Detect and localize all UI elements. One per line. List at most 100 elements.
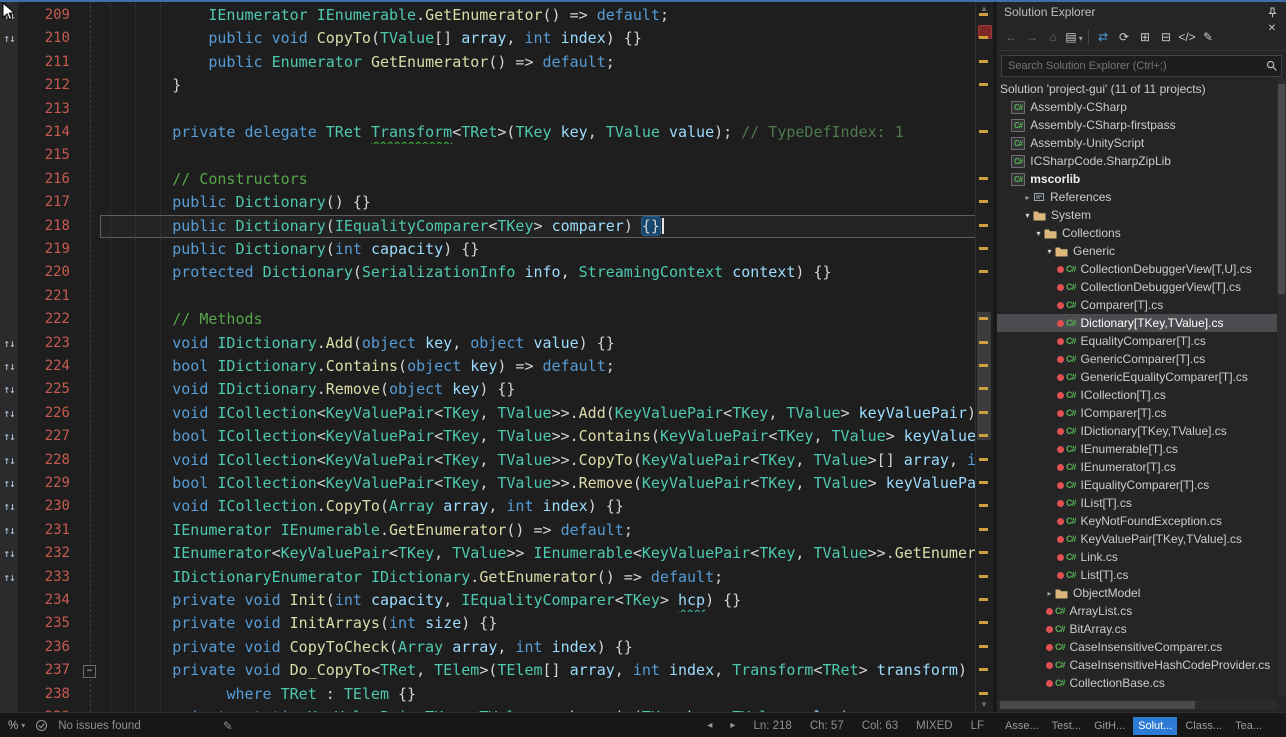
tree-item[interactable]: C#GenericComparer[T].cs [997,350,1277,368]
tool-window-tab[interactable]: Solut... [1133,717,1177,735]
code-line[interactable]: 235 private void InitArrays(int size) {} [0,612,993,636]
code-editor[interactable]: ↑↓209 IEnumerator IEnumerable.GetEnumera… [0,0,993,712]
implements-glyph-icon[interactable]: ↑↓ [0,449,18,472]
code-line[interactable]: 221 [0,285,993,309]
line-number[interactable]: 234 [18,589,70,612]
collapse-arrow-icon[interactable]: ▾ [1044,247,1055,256]
tool-window-tab[interactable]: GitH... [1089,717,1130,735]
line-number[interactable]: 227 [18,425,70,448]
line-number[interactable]: 218 [18,215,70,238]
implements-glyph-icon[interactable]: ↑↓ [0,542,18,565]
line-number[interactable]: 232 [18,542,70,565]
tree-item[interactable]: ▸ObjectModel [997,584,1277,602]
implements-glyph-icon[interactable]: ↑↓ [0,4,18,27]
refresh-icon[interactable]: ⟳ [1114,28,1134,46]
code-line[interactable]: ↑↓229 bool ICollection<KeyValuePair<TKey… [0,472,993,496]
code-line[interactable]: 213 [0,98,993,122]
line-number[interactable]: 217 [18,191,70,214]
switch-views-icon[interactable]: ▤ ▾ [1064,28,1084,46]
line-number[interactable]: 229 [18,472,70,495]
show-all-files-icon[interactable]: ⊞ [1135,28,1155,46]
line-number[interactable]: 238 [18,683,70,706]
tree-item[interactable]: C#Assembly-CSharp [997,98,1277,116]
zoom-control[interactable]: % ▾ [8,720,25,732]
tree-item[interactable]: C#List[T].cs [997,566,1277,584]
line-number[interactable]: 219 [18,238,70,261]
code-line[interactable]: 214 private delegate TRet Transform<TRet… [0,121,993,145]
solution-search-box[interactable] [1001,55,1282,77]
code-line[interactable]: ↑↓225 void IDictionary.Remove(object key… [0,378,993,402]
tree-item[interactable]: C#IList[T].cs [997,494,1277,512]
line-number[interactable]: 216 [18,168,70,191]
collapse-all-icon[interactable]: ⊟ [1156,28,1176,46]
line-number[interactable]: 223 [18,332,70,355]
implements-glyph-icon[interactable]: ↑↓ [0,566,18,589]
tree-item[interactable]: C#IEnumerator[T].cs [997,458,1277,476]
panel-scrollbar-thumb[interactable] [1278,84,1285,294]
tree-item[interactable]: ▸References [997,188,1277,206]
tree-item[interactable]: C#CollectionDebuggerView[T].cs [997,278,1277,296]
panel-title-bar[interactable]: Solution Explorer ▾✕ [997,0,1286,24]
line-number[interactable]: 236 [18,636,70,659]
line-number[interactable]: 237 [18,659,70,682]
line-number[interactable]: 209 [18,4,70,27]
panel-vertical-scrollbar[interactable] [1277,78,1286,696]
line-number[interactable]: 210 [18,27,70,50]
tool-window-tab[interactable]: Class... [1180,717,1227,735]
scrollbar-thumb[interactable] [977,312,991,440]
tree-item[interactable]: C#ICSharpCode.SharpZipLib [997,152,1277,170]
code-line[interactable]: ↑↓233 IDictionaryEnumerator IDictionary.… [0,566,993,590]
code-line[interactable]: ↑↓223 void IDictionary.Add(object key, o… [0,332,993,356]
line-number[interactable]: 221 [18,285,70,308]
tree-item[interactable]: C#CollectionDebuggerView[T,U].cs [997,260,1277,278]
code-line[interactable]: ↑↓230 void ICollection.CopyTo(Array arra… [0,495,993,519]
tree-item[interactable]: C#KeyValuePair[TKey,TValue].cs [997,530,1277,548]
search-icon[interactable] [1263,60,1281,72]
tree-item[interactable]: C#Comparer[T].cs [997,296,1277,314]
tool-window-tab[interactable]: Test... [1047,717,1086,735]
sync-with-active-document-icon[interactable]: ⇄ [1093,28,1113,46]
code-line[interactable]: 215 [0,144,993,168]
implements-glyph-icon[interactable]: ↑↓ [0,425,18,448]
line-number[interactable]: 213 [18,98,70,121]
code-line[interactable]: 218 public Dictionary(IEqualityComparer<… [0,215,993,239]
tree-item[interactable]: C#IDictionary[TKey,TValue].cs [997,422,1277,440]
code-line[interactable]: 237 private void Do_CopyTo<TRet, TElem>(… [0,659,993,683]
tree-item[interactable]: C#Dictionary[TKey,TValue].cs [997,314,1277,332]
line-number[interactable]: 220 [18,261,70,284]
collapse-arrow-icon[interactable]: ▾ [1033,229,1044,238]
nav-forward-icon[interactable]: ▸ [730,720,735,731]
tree-item[interactable]: C#BitArray.cs [997,620,1277,638]
tree-item[interactable]: C#IEqualityComparer[T].cs [997,476,1277,494]
nav-back-icon[interactable]: ◂ [707,720,712,731]
tree-item[interactable]: ▾System [997,206,1277,224]
tree-item[interactable]: ▾Collections [997,224,1277,242]
line-number[interactable]: 225 [18,378,70,401]
expand-arrow-icon[interactable]: ▸ [1044,589,1055,598]
editor-vertical-scrollbar[interactable]: ▲ ▼ [975,0,993,712]
line-number[interactable]: 235 [18,612,70,635]
status-message[interactable]: No issues found [58,720,140,732]
tree-item[interactable]: C#CollectionBase.cs [997,674,1277,692]
tree-item[interactable]: C#GenericEqualityComparer[T].cs [997,368,1277,386]
code-line[interactable]: ↑↓210 public void CopyTo(TValue[] array,… [0,27,993,51]
code-line[interactable]: ↑↓228 void ICollection<KeyValuePair<TKey… [0,449,993,473]
tree-item[interactable]: C#mscorlib [997,170,1277,188]
panel-hscrollbar-thumb[interactable] [1000,701,1195,709]
code-line[interactable]: ↑↓232 IEnumerator<KeyValuePair<TKey, TVa… [0,542,993,566]
code-line[interactable]: 219 public Dictionary(int capacity) {} [0,238,993,262]
implements-glyph-icon[interactable]: ↑↓ [0,332,18,355]
line-number[interactable]: 211 [18,51,70,74]
line-number[interactable]: 214 [18,121,70,144]
tree-item[interactable]: C#Link.cs [997,548,1277,566]
expand-arrow-icon[interactable]: ▸ [1022,193,1033,202]
implements-glyph-icon[interactable]: ↑↓ [0,472,18,495]
panel-horizontal-scrollbar[interactable] [997,700,1277,710]
line-number[interactable]: 233 [18,566,70,589]
code-line[interactable]: 236 private void CopyToCheck(Array array… [0,636,993,660]
code-line[interactable]: 217 public Dictionary() {} [0,191,993,215]
code-line[interactable]: 220 protected Dictionary(SerializationIn… [0,261,993,285]
implements-glyph-icon[interactable]: ↑↓ [0,402,18,425]
code-line[interactable]: 211 public Enumerator GetEnumerator() =>… [0,51,993,75]
code-line[interactable]: 222 // Methods [0,308,993,332]
